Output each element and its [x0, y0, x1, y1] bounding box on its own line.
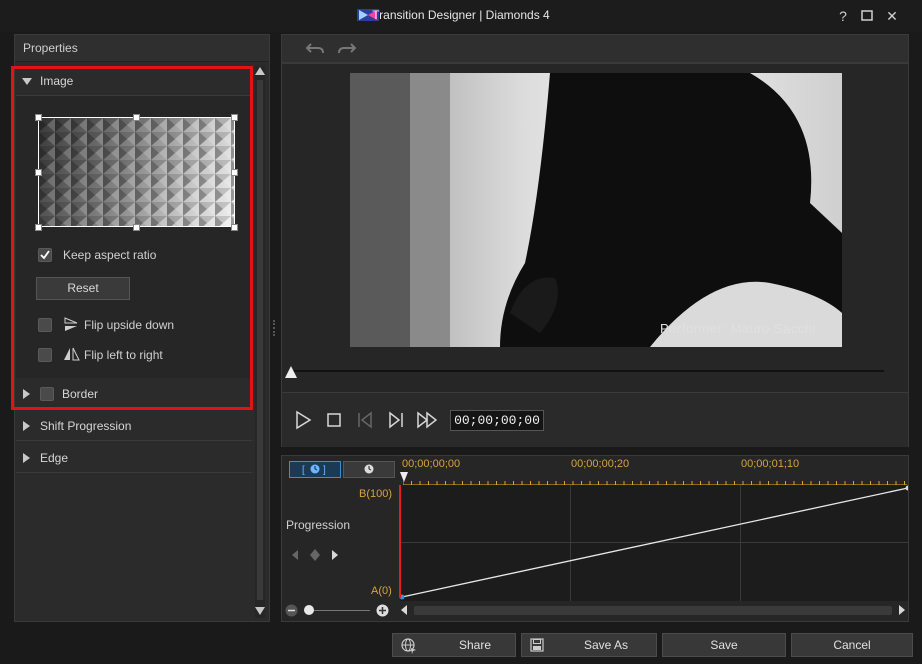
ruler-label: 00;00;00;00	[402, 458, 461, 470]
chevron-right-icon	[23, 453, 30, 463]
save-as-label: Save As	[584, 638, 629, 652]
close-button[interactable]: ✕	[884, 8, 900, 24]
svg-text:]: ]	[323, 465, 326, 476]
save-disk-icon	[530, 638, 544, 652]
stop-icon[interactable]	[324, 410, 344, 430]
cancel-button[interactable]: Cancel	[791, 633, 913, 657]
save-as-button[interactable]: Save As	[521, 633, 657, 657]
playback-controls	[282, 392, 908, 447]
help-button[interactable]: ?	[835, 8, 851, 24]
scroll-down-icon[interactable]	[255, 607, 265, 615]
svg-text:[: [	[302, 465, 305, 476]
seek-knob[interactable]	[285, 366, 297, 378]
edit-toolbar	[281, 34, 909, 63]
track-header	[282, 485, 400, 601]
redo-icon[interactable]	[337, 40, 357, 56]
seek-bar[interactable]	[290, 370, 884, 372]
share-label: Share	[459, 638, 492, 652]
ruler-label: 00;00;00;20	[571, 458, 630, 470]
ruler-label: 00;00;01;10	[741, 458, 800, 470]
progression-graph[interactable]	[400, 485, 908, 601]
y-max-label: B(100)	[359, 488, 393, 500]
next-frame-icon[interactable]	[386, 410, 406, 430]
zoom-out-icon[interactable]	[285, 604, 298, 617]
scroll-right-icon[interactable]	[898, 605, 906, 615]
chevron-right-icon	[23, 421, 30, 431]
playhead-line[interactable]	[399, 485, 401, 598]
maximize-button[interactable]	[859, 8, 875, 24]
timeline-mode-time-tab[interactable]	[343, 461, 395, 478]
track-label: Progression	[286, 518, 351, 532]
maximize-icon	[861, 10, 873, 21]
video-caption: Performer: Mauro Sacchi	[660, 321, 816, 336]
clock-icon	[364, 464, 374, 474]
properties-title: Properties	[23, 41, 78, 55]
section-edge-label: Edge	[40, 451, 69, 465]
previous-frame-icon[interactable]	[355, 410, 375, 430]
highlight-frame	[11, 66, 253, 410]
add-keyframe-icon[interactable]	[310, 549, 320, 561]
play-icon[interactable]	[293, 410, 313, 430]
zoom-slider-knob[interactable]	[304, 605, 314, 615]
scrollbar-thumb[interactable]	[257, 80, 263, 600]
playhead-marker[interactable]	[400, 472, 408, 482]
scroll-left-icon[interactable]	[400, 605, 408, 615]
preview-frame-image	[350, 73, 842, 347]
y-min-label: A(0)	[371, 585, 392, 597]
share-button[interactable]: Share	[392, 633, 516, 657]
section-shift-progression-label: Shift Progression	[40, 419, 132, 433]
video-preview	[350, 73, 842, 347]
zoom-in-icon[interactable]	[376, 604, 389, 617]
keyframe-point	[905, 485, 908, 491]
previous-keyframe-icon[interactable]	[291, 549, 299, 561]
undo-icon[interactable]	[305, 40, 325, 56]
timeline-mode-clip-tab[interactable]: []	[289, 461, 341, 478]
clock-icon: []	[302, 464, 326, 476]
timecode-display: 00;00;00;00	[450, 410, 544, 431]
splitter-handle[interactable]	[273, 320, 277, 336]
progression-curve	[400, 485, 908, 600]
timeline-scrollbar[interactable]	[414, 606, 892, 615]
save-button[interactable]: Save	[662, 633, 786, 657]
next-keyframe-icon[interactable]	[331, 549, 339, 561]
fast-forward-icon[interactable]	[417, 410, 437, 430]
share-icon	[401, 638, 416, 654]
window-title: Transition Designer | Diamonds 4	[372, 8, 550, 22]
scroll-up-icon[interactable]	[255, 67, 265, 75]
